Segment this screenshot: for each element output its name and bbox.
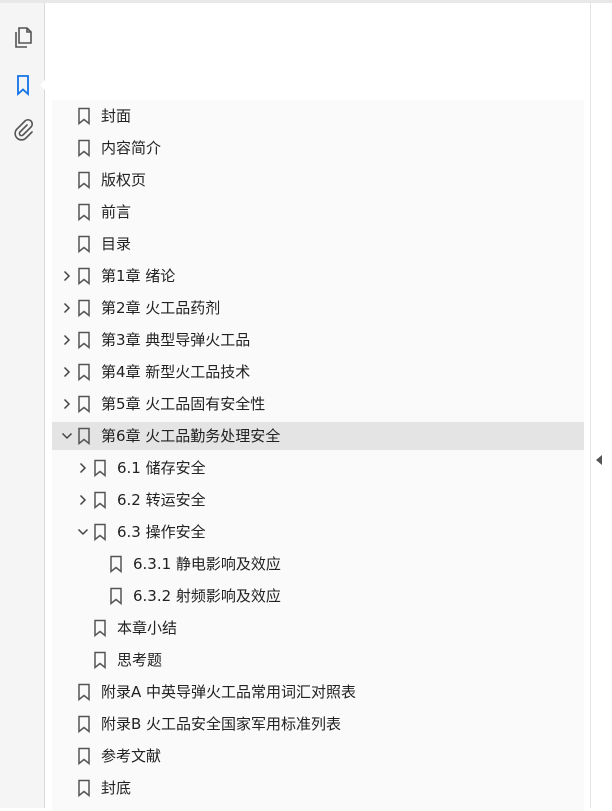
bookmark-label: 思考题 xyxy=(117,651,163,669)
bookmark-item[interactable]: 6.3 操作安全 xyxy=(52,518,584,546)
bookmark-item[interactable]: 6.3.1 静电影响及效应 xyxy=(52,550,584,578)
bookmark-label: 6.3 操作安全 xyxy=(117,523,206,541)
bookmark-label: 第1章 绪论 xyxy=(101,267,176,285)
bookmark-item[interactable]: 版权页 xyxy=(52,166,584,194)
bookmark-label: 内容简介 xyxy=(101,139,162,157)
bookmark-item[interactable]: 第4章 新型火工品技术 xyxy=(52,358,584,386)
bookmark-item[interactable]: 封面 xyxy=(52,102,584,130)
navigation-rail xyxy=(0,3,47,808)
bookmark-label: 第3章 典型导弹火工品 xyxy=(101,331,251,349)
chevron-right-icon[interactable] xyxy=(74,459,92,477)
bookmark-label: 第2章 火工品药剂 xyxy=(101,299,221,317)
chevron-down-icon[interactable] xyxy=(58,427,76,445)
bookmark-icon xyxy=(77,107,91,126)
bookmark-item[interactable]: 6.2 转运安全 xyxy=(52,486,584,514)
bookmark-icon xyxy=(77,779,91,798)
bookmark-icon xyxy=(109,555,123,574)
pages-icon[interactable] xyxy=(8,23,38,53)
bookmark-icon xyxy=(77,395,91,414)
bookmark-item[interactable]: 封底 xyxy=(52,774,584,802)
bookmark-icon xyxy=(77,747,91,766)
bookmark-item[interactable]: 本章小结 xyxy=(52,614,584,642)
bookmark-label: 第4章 新型火工品技术 xyxy=(101,363,251,381)
bookmark-icon xyxy=(77,427,91,446)
bookmark-label: 本章小结 xyxy=(117,619,178,637)
bookmark-label: 附录A 中英导弹火工品常用词汇对照表 xyxy=(101,683,357,701)
bookmark-item[interactable]: 目录 xyxy=(52,230,584,258)
bookmark-label: 附录B 火工品安全国家军用标准列表 xyxy=(101,715,342,733)
chevron-right-icon[interactable] xyxy=(58,395,76,413)
bookmark-icon xyxy=(77,299,91,318)
bookmark-item[interactable]: 附录A 中英导弹火工品常用词汇对照表 xyxy=(52,678,584,706)
bookmark-icon xyxy=(77,139,91,158)
bookmark-icon xyxy=(77,363,91,382)
bookmark-item[interactable]: 6.3.2 射频影响及效应 xyxy=(52,582,584,610)
chevron-down-icon[interactable] xyxy=(74,523,92,541)
bookmark-icon xyxy=(93,523,107,542)
bookmark-label: 参考文献 xyxy=(101,747,162,765)
bookmark-label: 6.1 储存安全 xyxy=(117,459,206,477)
bookmark-icon xyxy=(77,171,91,190)
bookmarks-sidebar-window: 封面 内容简介 版权页 前言 目录 第1章 绪论 第2章 火工品药剂 第3章 典型导弹火工品第… xyxy=(0,0,612,811)
bookmark-icon xyxy=(77,235,91,254)
bookmark-label: 目录 xyxy=(101,235,132,253)
bookmark-label: 封底 xyxy=(101,779,132,797)
bookmark-icon xyxy=(77,331,91,350)
bookmark-item[interactable]: 思考题 xyxy=(52,646,584,674)
bookmark-item[interactable]: 第3章 典型导弹火工品 xyxy=(52,326,584,354)
bookmark-item[interactable]: 6.1 储存安全 xyxy=(52,454,584,482)
chevron-right-icon[interactable] xyxy=(58,331,76,349)
bookmark-icon xyxy=(77,203,91,222)
bookmark-label: 6.2 转运安全 xyxy=(117,491,206,509)
bookmark-item[interactable]: 第6章 火工品勤务处理安全 xyxy=(52,422,584,450)
bookmark-item[interactable]: 第1章 绪论 xyxy=(52,262,584,290)
bookmark-label: 6.3.2 射频影响及效应 xyxy=(133,587,281,605)
bookmark-tree: 封面 内容简介 版权页 前言 目录 第1章 绪论 第2章 火工品药剂 第3章 典型导弹火工品第… xyxy=(52,100,584,811)
bookmark-item[interactable]: 前言 xyxy=(52,198,584,226)
collapse-panel-icon[interactable] xyxy=(596,455,602,465)
chevron-right-icon[interactable] xyxy=(58,267,76,285)
bookmark-icon xyxy=(93,491,107,510)
bookmark-item[interactable]: 附录B 火工品安全国家军用标准列表 xyxy=(52,710,584,738)
bookmark-label: 第5章 火工品固有安全性 xyxy=(101,395,266,413)
bookmark-item[interactable]: 第5章 火工品固有安全性 xyxy=(52,390,584,418)
bookmark-label: 前言 xyxy=(101,203,132,221)
panel-header xyxy=(46,3,590,96)
bookmark-item[interactable]: 内容简介 xyxy=(52,134,584,162)
bookmark-icon xyxy=(77,267,91,286)
chevron-right-icon[interactable] xyxy=(74,491,92,509)
chevron-right-icon[interactable] xyxy=(58,299,76,317)
bookmark-icon xyxy=(77,715,91,734)
bookmark-icon xyxy=(93,459,107,478)
bookmark-label: 封面 xyxy=(101,107,132,125)
bookmark-item[interactable]: 第2章 火工品药剂 xyxy=(52,294,584,322)
chevron-right-icon[interactable] xyxy=(58,363,76,381)
bookmark-item[interactable]: 参考文献 xyxy=(52,742,584,770)
bookmark-icon xyxy=(93,651,107,670)
bookmark-icon xyxy=(93,619,107,638)
bookmark-label: 6.3.1 静电影响及效应 xyxy=(133,555,281,573)
attachments-icon[interactable] xyxy=(8,115,38,145)
bookmarks-icon[interactable] xyxy=(8,70,47,100)
bookmark-label: 版权页 xyxy=(101,171,147,189)
panel-splitter[interactable] xyxy=(590,3,612,808)
bookmark-label: 第6章 火工品勤务处理安全 xyxy=(101,427,281,445)
bookmark-icon xyxy=(109,587,123,606)
bookmark-icon xyxy=(77,683,91,702)
bookmarks-panel: 封面 内容简介 版权页 前言 目录 第1章 绪论 第2章 火工品药剂 第3章 典型导弹火工品第… xyxy=(46,3,590,811)
